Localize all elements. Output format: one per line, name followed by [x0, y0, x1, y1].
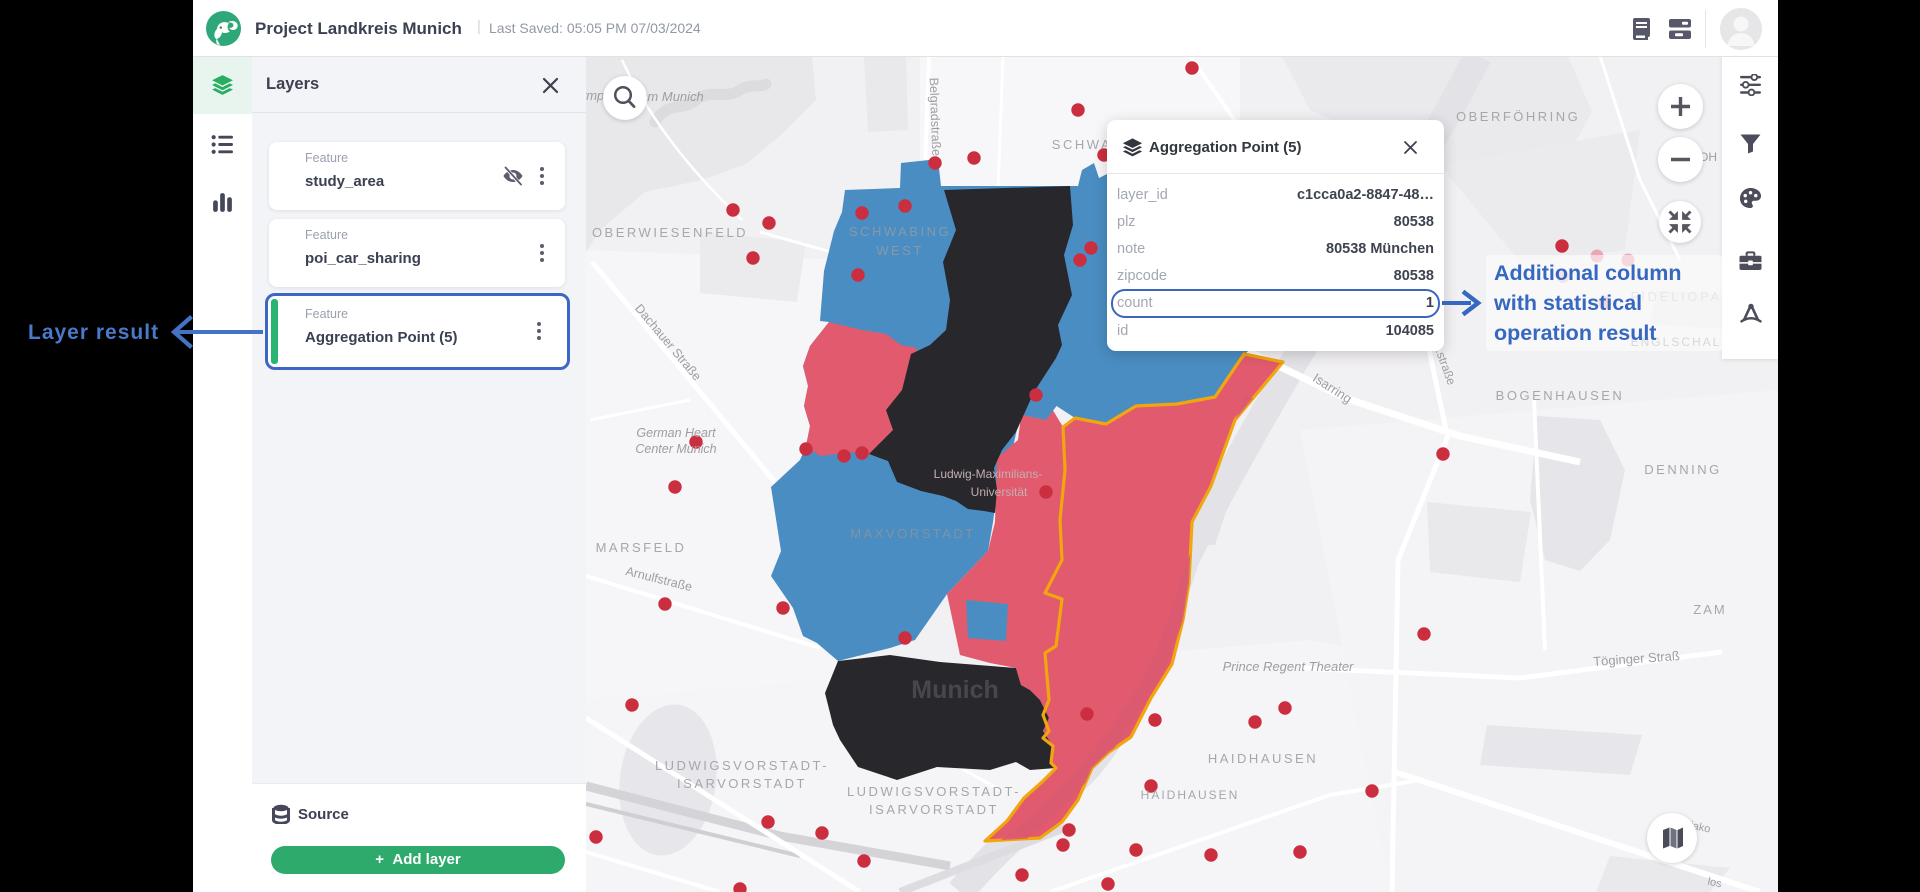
svg-text:MAXVORSTADT: MAXVORSTADT	[850, 526, 976, 541]
svg-text:OBERWIESENFELD: OBERWIESENFELD	[592, 225, 748, 240]
svg-text:Ludwig-Maximilians-: Ludwig-Maximilians-	[934, 467, 1043, 481]
svg-text:LUDWIGSVORSTADT-: LUDWIGSVORSTADT-	[847, 784, 1021, 799]
svg-text:Munich: Munich	[911, 676, 999, 704]
svg-text:SCHWABING: SCHWABING	[849, 224, 951, 239]
svg-text:BOGENHAUSEN: BOGENHAUSEN	[1496, 388, 1625, 403]
svg-text:WEST: WEST	[876, 243, 924, 258]
svg-text:LUDWIGSVORSTADT-: LUDWIGSVORSTADT-	[655, 758, 829, 773]
svg-text:Center Munich: Center Munich	[635, 442, 716, 456]
svg-text:Belgradstraße: Belgradstraße	[927, 77, 944, 156]
svg-text:Universität: Universität	[971, 485, 1028, 499]
svg-text:ISARVORSTADT: ISARVORSTADT	[677, 776, 807, 791]
svg-text:SCHWA: SCHWA	[1052, 137, 1112, 152]
svg-text:ymp: ymp	[586, 88, 604, 103]
svg-text:ZAM: ZAM	[1693, 602, 1726, 617]
svg-text:HAIDHAUSEN: HAIDHAUSEN	[1208, 751, 1318, 766]
svg-text:um Munich: um Munich	[640, 89, 704, 104]
svg-text:MARSFELD: MARSFELD	[596, 540, 687, 555]
svg-text:HAIDHAUSEN: HAIDHAUSEN	[1141, 788, 1240, 802]
svg-text:German Heart: German Heart	[636, 426, 716, 440]
svg-text:Prince Regent Theater: Prince Regent Theater	[1223, 659, 1354, 674]
svg-text:ISARVORSTADT: ISARVORSTADT	[869, 802, 999, 817]
svg-text:OBERFÖHRING: OBERFÖHRING	[1456, 109, 1580, 124]
svg-text:DENNING: DENNING	[1644, 462, 1721, 477]
